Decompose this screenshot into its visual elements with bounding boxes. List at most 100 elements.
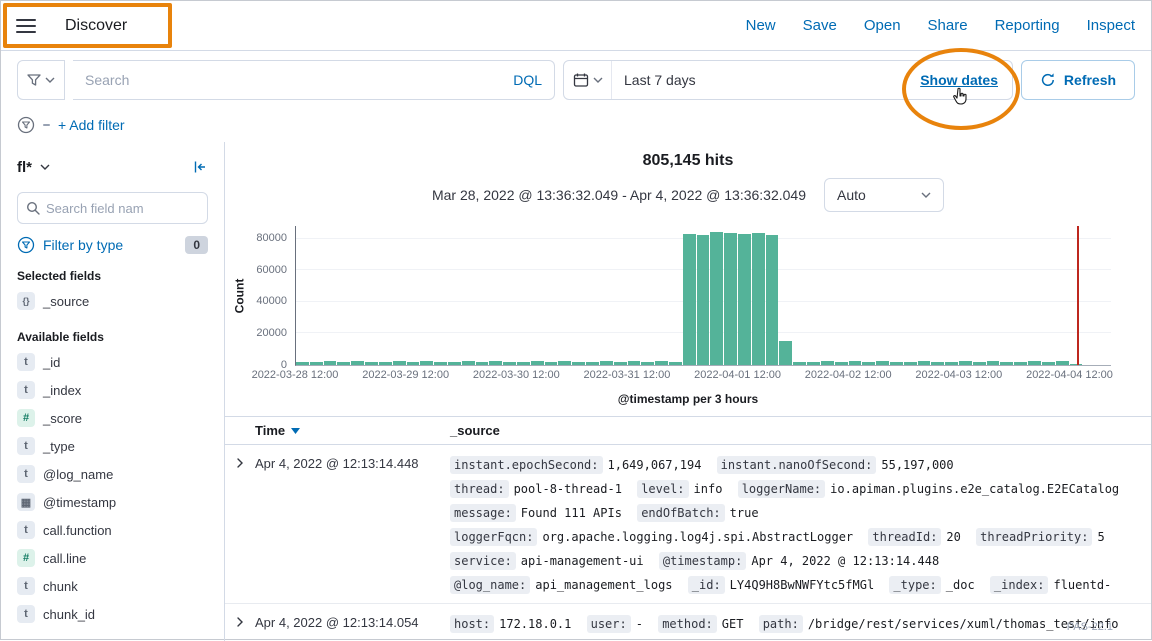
histogram-bar [600,361,613,365]
nav-inspect[interactable]: Inspect [1087,17,1135,34]
filter-bar: + Add filter [1,108,1151,142]
doc-time: Apr 4, 2022 @ 12:13:14.448 [255,453,450,471]
histogram-bar [476,362,489,365]
refresh-label: Refresh [1064,72,1116,88]
field-item-_id[interactable]: t_id [17,348,208,376]
query-language-button[interactable]: DQL [513,72,542,88]
time-column-header[interactable]: Time [255,423,450,438]
field-type-number-icon: # [17,409,35,427]
histogram-bar [918,361,931,365]
field-key: loggerFqcn: [450,528,537,546]
histogram-bar [379,362,392,365]
y-axis-tick-label: 20000 [256,327,287,339]
histogram-bar [545,362,558,365]
nav-new[interactable]: New [746,17,776,34]
field-type-date-icon: ▦ [17,493,35,511]
histogram-bar [945,362,958,365]
field-type-source-icon: {} [17,292,35,310]
time-range-row: Mar 28, 2022 @ 13:36:32.049 - Apr 4, 202… [225,178,1151,212]
field-search-input[interactable] [46,201,199,216]
field-type-t-icon: t [17,381,35,399]
expand-row-button[interactable] [225,453,255,474]
filter-count-badge: 0 [185,236,208,254]
nav-share[interactable]: Share [928,17,968,34]
histogram-chart: Count 020000400006000080000 [231,226,1111,366]
histogram-bar [434,362,447,365]
field-item-chunk_id[interactable]: tchunk_id [17,600,208,628]
histogram-bar [807,362,820,365]
y-axis-ticks: 020000400006000080000 [247,226,295,366]
field-item-chunk[interactable]: tchunk [17,572,208,600]
time-range-text: Mar 28, 2022 @ 13:36:32.049 - Apr 4, 202… [432,187,806,203]
field-name: @log_name [43,467,113,482]
expand-row-button[interactable] [225,612,255,633]
histogram-bar [849,361,862,365]
filter-by-type-label: Filter by type [43,237,123,253]
chevron-down-icon [921,192,931,198]
field-item-_score[interactable]: #_score [17,404,208,432]
histogram-bar [503,362,516,365]
filter-circle-icon[interactable] [17,116,35,134]
histogram-bar [586,362,599,365]
field-value: 20 [946,530,960,544]
field-value: GET [722,617,744,631]
date-range-value[interactable]: Last 7 days [612,72,920,88]
version-label: PAS-22.1 [1067,621,1113,633]
histogram-bar [710,232,723,365]
histogram-bar [724,233,737,365]
collapse-sidebar-button[interactable] [192,159,208,175]
chevron-down-icon [593,77,603,83]
field-type-t-icon: t [17,437,35,455]
field-item-_source[interactable]: {}_source [17,287,208,315]
date-quick-select-button[interactable] [564,61,612,99]
nav-reporting[interactable]: Reporting [995,17,1060,34]
field-key: loggerName: [738,480,825,498]
histogram-bar [683,234,696,365]
nav-save[interactable]: Save [803,17,837,34]
show-dates-link[interactable]: Show dates [920,72,998,88]
field-key: user: [587,615,631,633]
top-header: Discover NewSaveOpenShareReportingInspec… [1,1,1151,51]
histogram-bar [641,362,654,365]
histogram-bar [821,361,834,365]
table-header: Time _source [225,417,1151,445]
menu-button[interactable] [1,1,51,50]
refresh-button[interactable]: Refresh [1021,60,1135,100]
filter-circle-icon [17,236,35,254]
histogram-bar [1028,361,1041,365]
field-value: org.apache.logging.log4j.spi.AbstractLog… [542,530,853,544]
filter-divider [43,124,50,126]
histogram-bar [489,361,502,365]
add-filter-link[interactable]: + Add filter [58,117,125,133]
field-type-t-icon: t [17,465,35,483]
field-key: service: [450,552,516,570]
field-key: _type: [889,576,940,594]
field-key: instant.epochSecond: [450,456,603,474]
available-fields-heading: Available fields [17,330,208,344]
field-value: 5 [1097,530,1104,544]
selected-fields-list: {}_source [17,287,208,315]
field-item-_index[interactable]: t_index [17,376,208,404]
interval-select[interactable]: Auto [824,178,944,212]
histogram-bar [558,361,571,365]
x-axis-tick-label: 2022-04-02 12:00 [805,369,892,381]
field-type-number-icon: # [17,549,35,567]
index-pattern-switcher[interactable]: fl* [17,159,50,176]
nav-open[interactable]: Open [864,17,901,34]
histogram-bar [890,362,903,365]
x-axis-tick-label: 2022-03-31 12:00 [583,369,670,381]
x-axis-tick-label: 2022-04-04 12:00 [1026,369,1113,381]
search-input[interactable] [85,72,505,88]
field-item-@log_name[interactable]: t @log_name [17,460,208,488]
histogram-bar [655,361,668,365]
field-item-call.function[interactable]: tcall.function [17,516,208,544]
histogram-plot[interactable] [295,226,1111,366]
saved-query-menu-button[interactable] [17,60,65,100]
histogram-bar [793,362,806,365]
field-item-@timestamp[interactable]: ▦@timestamp [17,488,208,516]
filter-by-type-button[interactable]: Filter by type 0 [17,236,208,254]
field-item-_type[interactable]: t_type [17,432,208,460]
field-value: Found 111 APIs [521,506,622,520]
field-item-call.line[interactable]: #call.line [17,544,208,572]
chevron-right-icon [234,456,246,473]
